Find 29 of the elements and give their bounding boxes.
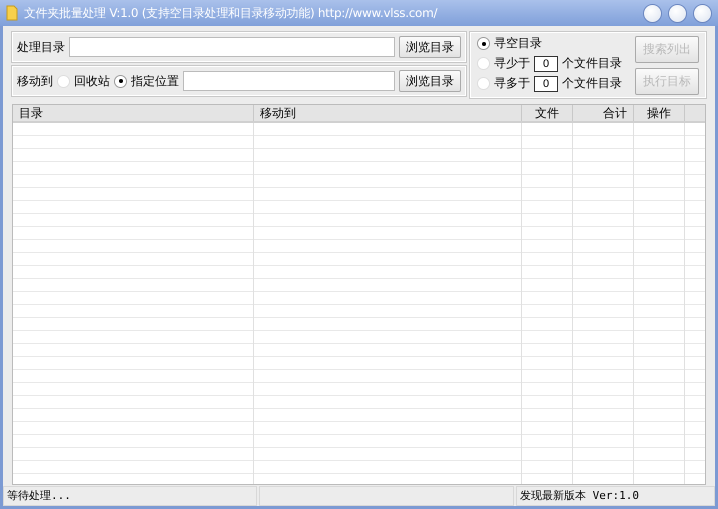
close-button[interactable] bbox=[693, 4, 712, 22]
radio-button[interactable] bbox=[477, 37, 490, 50]
radio-label: 指定位置 bbox=[131, 72, 179, 90]
column-header[interactable]: 目录 bbox=[13, 105, 254, 121]
radio-label: 寻少于 bbox=[494, 55, 530, 72]
radio-label: 寻多于 bbox=[494, 75, 530, 92]
radio-label: 回收站 bbox=[74, 72, 110, 90]
column-header[interactable]: 合计 bbox=[573, 105, 634, 121]
source-label: 处理目录 bbox=[17, 38, 65, 56]
browse-button[interactable]: 浏览目录 bbox=[399, 36, 461, 58]
minimize-button[interactable] bbox=[643, 4, 662, 22]
column-header[interactable]: 移动到 bbox=[254, 105, 522, 121]
column-header[interactable]: 文件 bbox=[522, 105, 573, 121]
folder-icon bbox=[6, 5, 18, 21]
status-text: 发现最新版本 Ver:1.0 bbox=[516, 486, 715, 506]
move-label: 移动到 bbox=[17, 72, 53, 90]
column-header[interactable]: 操作 bbox=[634, 105, 685, 121]
count-field[interactable]: 0 bbox=[534, 56, 558, 72]
suffix-label: 个文件目录 bbox=[562, 75, 622, 92]
window-title: 文件夹批量处理 V:1.0 (支持空目录处理和目录移动功能) http://www.vlss.com/ bbox=[24, 4, 438, 22]
source-field[interactable] bbox=[69, 37, 395, 57]
maximize-button[interactable] bbox=[668, 4, 687, 22]
radio-label: 寻空目录 bbox=[494, 35, 542, 52]
radio-button[interactable] bbox=[114, 74, 127, 88]
browse-button[interactable]: 浏览目录 bbox=[399, 70, 461, 92]
target-field[interactable] bbox=[183, 71, 395, 91]
status-text: 等待处理... bbox=[3, 486, 257, 506]
count-field[interactable]: 0 bbox=[534, 76, 558, 92]
suffix-label: 个文件目录 bbox=[562, 55, 622, 72]
